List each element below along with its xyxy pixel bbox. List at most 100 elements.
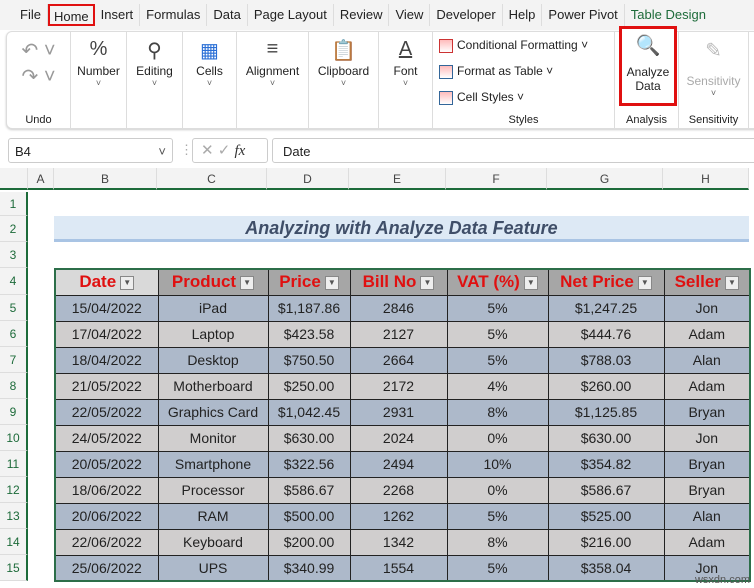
table-cell[interactable]: 20/06/2022 [54, 502, 159, 530]
table-cell[interactable]: Smartphone [157, 450, 269, 478]
table-cell[interactable]: 0% [446, 476, 549, 504]
table-cell[interactable]: 1342 [349, 528, 448, 556]
table-cell[interactable]: Jon [663, 294, 751, 322]
tab-help[interactable]: Help [503, 4, 543, 26]
table-cell[interactable]: 2931 [349, 398, 448, 426]
undo-icon[interactable]: ↶ ˅ [7, 38, 70, 64]
column-header-B[interactable]: B [54, 168, 157, 190]
column-header-E[interactable]: E [349, 168, 446, 190]
enter-icon[interactable]: ✓ [218, 142, 231, 159]
table-cell[interactable]: $630.00 [547, 424, 665, 452]
table-cell[interactable]: Keyboard [157, 528, 269, 556]
table-cell[interactable]: $500.00 [267, 502, 351, 530]
table-cell[interactable]: $250.00 [267, 372, 351, 400]
table-cell[interactable]: 21/05/2022 [54, 372, 159, 400]
row-header-12[interactable]: 12 [0, 477, 28, 503]
table-cell[interactable]: 25/06/2022 [54, 554, 159, 582]
filter-dropdown-icon[interactable]: ▼ [637, 275, 652, 290]
alignment-button[interactable]: ≡ Alignment ˅ [237, 32, 309, 128]
table-cell[interactable]: $586.67 [547, 476, 665, 504]
analyze-data-button[interactable]: 🔍 Analyze Data [619, 26, 677, 106]
table-cell[interactable]: 24/05/2022 [54, 424, 159, 452]
table-cell[interactable]: 2494 [349, 450, 448, 478]
table-cell[interactable]: 5% [446, 346, 549, 374]
column-header-D[interactable]: D [267, 168, 349, 190]
table-cell[interactable]: Bryan [663, 476, 751, 504]
font-button[interactable]: A Font ˅ [379, 32, 433, 128]
tab-view[interactable]: View [389, 4, 431, 26]
table-cell[interactable]: $1,125.85 [547, 398, 665, 426]
row-header-7[interactable]: 7 [0, 347, 28, 373]
table-cell[interactable]: $525.00 [547, 502, 665, 530]
tab-developer[interactable]: Developer [430, 4, 503, 26]
table-cell[interactable]: $216.00 [547, 528, 665, 556]
table-cell[interactable]: 22/06/2022 [54, 528, 159, 556]
table-cell[interactable]: Adam [663, 372, 751, 400]
filter-dropdown-icon[interactable]: ▼ [523, 275, 538, 290]
column-header-C[interactable]: C [157, 168, 267, 190]
table-cell[interactable]: 4% [446, 372, 549, 400]
row-header-8[interactable]: 8 [0, 373, 28, 399]
table-cell[interactable]: 10% [446, 450, 549, 478]
filter-dropdown-icon[interactable]: ▼ [724, 275, 739, 290]
table-cell[interactable]: $630.00 [267, 424, 351, 452]
table-cell[interactable]: $354.82 [547, 450, 665, 478]
table-cell[interactable]: 20/05/2022 [54, 450, 159, 478]
table-cell[interactable]: 5% [446, 502, 549, 530]
number-button[interactable]: % Number ˅ [71, 32, 127, 128]
table-cell[interactable]: $200.00 [267, 528, 351, 556]
redo-icon[interactable]: ↷ ˅ [7, 64, 70, 90]
table-cell[interactable]: Adam [663, 320, 751, 348]
table-cell[interactable]: 5% [446, 294, 549, 322]
table-cell[interactable]: 17/04/2022 [54, 320, 159, 348]
table-cell[interactable]: 8% [446, 528, 549, 556]
table-cell[interactable]: Monitor [157, 424, 269, 452]
table-cell[interactable]: $444.76 [547, 320, 665, 348]
column-header-A[interactable]: A [28, 168, 54, 190]
table-cell[interactable]: $260.00 [547, 372, 665, 400]
table-cell[interactable]: 1554 [349, 554, 448, 582]
row-header-3[interactable]: 3 [0, 242, 28, 268]
table-cell[interactable]: 22/05/2022 [54, 398, 159, 426]
tab-power-pivot[interactable]: Power Pivot [542, 4, 625, 26]
cancel-icon[interactable]: ✕ [201, 142, 214, 159]
sensitivity-button[interactable]: ✎ Sensitivity ˅ Sensitivity [679, 32, 749, 128]
table-cell[interactable]: $423.58 [267, 320, 351, 348]
row-header-11[interactable]: 11 [0, 451, 28, 477]
table-cell[interactable]: 18/04/2022 [54, 346, 159, 374]
table-cell[interactable]: Adam [663, 528, 751, 556]
name-box[interactable]: B4 ˅ [8, 138, 173, 163]
table-cell[interactable]: $750.50 [267, 346, 351, 374]
editing-button[interactable]: ⚲ Editing ˅ [127, 32, 183, 128]
format-as-table-button[interactable]: Format as Table ˅ [433, 58, 614, 84]
tab-insert[interactable]: Insert [95, 4, 141, 26]
table-cell[interactable]: $1,187.86 [267, 294, 351, 322]
table-cell[interactable]: $358.04 [547, 554, 665, 582]
table-cell[interactable]: Desktop [157, 346, 269, 374]
table-cell[interactable]: Bryan [663, 398, 751, 426]
row-header-10[interactable]: 10 [0, 425, 28, 451]
table-cell[interactable]: 8% [446, 398, 549, 426]
row-header-14[interactable]: 14 [0, 529, 28, 555]
row-header-6[interactable]: 6 [0, 321, 28, 347]
row-header-13[interactable]: 13 [0, 503, 28, 529]
table-cell[interactable]: 2024 [349, 424, 448, 452]
row-header-4[interactable]: 4 [0, 268, 28, 295]
cells-button[interactable]: ▦ Cells ˅ [183, 32, 237, 128]
filter-dropdown-icon[interactable]: ▼ [420, 275, 435, 290]
clipboard-button[interactable]: 📋 Clipboard ˅ [309, 32, 379, 128]
filter-dropdown-icon[interactable]: ▼ [240, 275, 255, 290]
table-cell[interactable]: 5% [446, 320, 549, 348]
table-cell[interactable]: Processor [157, 476, 269, 504]
fx-icon[interactable]: fx [235, 143, 246, 159]
table-cell[interactable]: 2127 [349, 320, 448, 348]
table-cell[interactable]: 2268 [349, 476, 448, 504]
row-header-2[interactable]: 2 [0, 216, 28, 242]
table-cell[interactable]: $586.67 [267, 476, 351, 504]
select-all-corner[interactable] [0, 168, 28, 190]
tab-review[interactable]: Review [334, 4, 390, 26]
row-header-15[interactable]: 15 [0, 555, 28, 581]
table-cell[interactable]: 2664 [349, 346, 448, 374]
table-cell[interactable]: 15/04/2022 [54, 294, 159, 322]
tab-data[interactable]: Data [207, 4, 248, 26]
